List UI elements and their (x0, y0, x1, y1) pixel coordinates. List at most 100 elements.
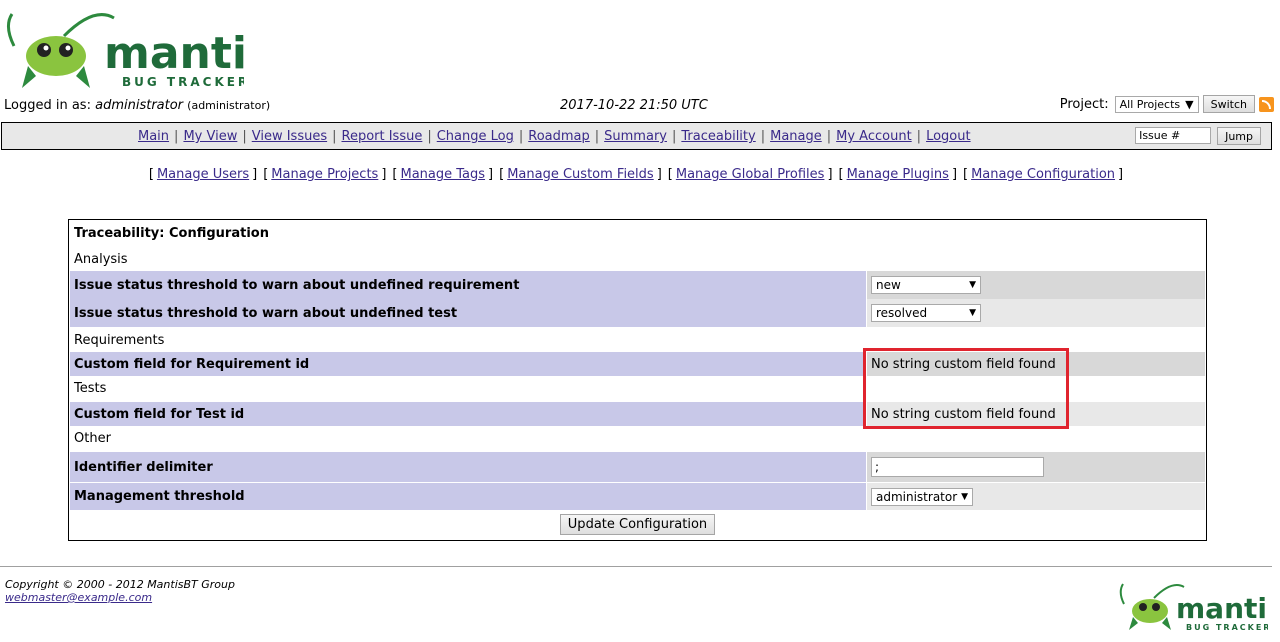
submenu-manage-configuration[interactable]: Manage Configuration (971, 167, 1115, 182)
login-info-bar: Logged in as: administrator (administrat… (4, 95, 1274, 116)
bracket: [ (667, 167, 673, 182)
bracket: ] (252, 167, 258, 182)
webmaster-email-link[interactable]: webmaster@example.com (5, 591, 152, 604)
req-threshold-label: Issue status threshold to warn about und… (70, 271, 866, 299)
bracket: [ (838, 167, 844, 182)
menu-separator: | (427, 129, 432, 144)
main-menu-links: Main | My View | View Issues | Report Issue | Ch… (138, 129, 971, 144)
config-row-delimiter: Identifier delimiter (70, 452, 1205, 482)
chevron-down-icon: ▼ (969, 280, 976, 290)
logo-subtitle: BUG TRACKER (122, 75, 244, 89)
test-threshold-label: Issue status threshold to warn about und… (70, 299, 866, 327)
mantis-logo[interactable]: mantis BUG TRACKER (4, 6, 273, 90)
mgmt-threshold-value: administrator (876, 489, 958, 504)
footer-logo-subtitle: BUG TRACKER (1186, 623, 1268, 632)
menu-separator: | (826, 129, 832, 144)
submenu-manage-plugins[interactable]: Manage Plugins (847, 167, 949, 182)
update-row: Update Configuration (69, 514, 1206, 535)
menu-separator: | (760, 129, 766, 144)
bracket: ] (488, 167, 494, 182)
bracket: ] (381, 167, 387, 182)
username: administrator (95, 98, 184, 113)
footer-mantis-logo[interactable]: mantis BUG TRACKER (1118, 580, 1280, 632)
bracket: [ (963, 167, 969, 182)
logo-word: mantis (104, 28, 244, 79)
menu-my-account[interactable]: My Account (836, 129, 912, 144)
req-threshold-cell: new ▼ (867, 271, 1205, 299)
menu-separator: | (332, 129, 337, 144)
section-other: Other (74, 431, 111, 446)
issue-jump: Jump (1135, 127, 1261, 145)
bracket: ] (951, 167, 958, 182)
test-threshold-select[interactable]: resolved ▼ (871, 304, 981, 322)
rss-icon[interactable] (1259, 96, 1274, 112)
update-configuration-button[interactable]: Update Configuration (559, 514, 716, 535)
chevron-down-icon: ▼ (1185, 97, 1194, 111)
mantis-bug-icon (1119, 583, 1185, 630)
highlight-box (863, 348, 1069, 429)
footer-logo-word: mantis (1176, 592, 1268, 625)
bracket: [ (263, 167, 269, 182)
section-analysis: Analysis (74, 252, 128, 267)
copyright-text: Copyright © 2000 - 2012 MantisBT Group (5, 578, 235, 591)
menu-summary[interactable]: Summary (604, 129, 667, 144)
menu-logout[interactable]: Logout (926, 129, 971, 144)
delimiter-input[interactable] (871, 457, 1044, 477)
issue-number-input[interactable] (1135, 127, 1212, 144)
bracket: ] (1118, 167, 1124, 182)
project-select[interactable]: All Projects ▼ (1114, 95, 1199, 113)
menu-roadmap[interactable]: Roadmap (528, 129, 590, 144)
test-threshold-cell: resolved ▼ (867, 299, 1205, 327)
bracket: [ (148, 167, 154, 182)
submenu-manage-tags[interactable]: Manage Tags (400, 167, 485, 182)
menu-separator: | (594, 129, 600, 144)
menu-manage[interactable]: Manage (770, 129, 822, 144)
bracket: ] (656, 167, 662, 182)
menu-main[interactable]: Main (138, 129, 169, 144)
footer-divider (0, 566, 1272, 567)
menu-my-view[interactable]: My View (183, 129, 237, 144)
config-row-mgmt-threshold: Management threshold administrator ▼ (70, 483, 1205, 510)
project-label: Project: (1059, 96, 1109, 112)
menu-report-issue[interactable]: Report Issue (342, 129, 423, 144)
test-threshold-value: resolved (876, 306, 928, 320)
project-select-value: All Projects (1119, 97, 1181, 111)
form-title: Traceability: Configuration (74, 226, 269, 241)
menu-change-log[interactable]: Change Log (437, 129, 514, 144)
user-role: (administrator) (187, 99, 271, 112)
mgmt-threshold-label: Management threshold (70, 483, 866, 510)
manage-sub-menu: [Manage Users][Manage Projects][Manage T… (0, 167, 1272, 182)
req-field-label: Custom field for Requirement id (70, 352, 866, 376)
req-threshold-value: new (876, 278, 901, 292)
logged-in-info: Logged in as: administrator (administrat… (4, 98, 270, 113)
switch-button[interactable]: Switch (1202, 95, 1255, 113)
submenu-manage-global-profiles[interactable]: Manage Global Profiles (676, 167, 825, 182)
delimiter-cell (867, 452, 1205, 482)
config-row-req-threshold: Issue status threshold to warn about und… (70, 271, 1205, 299)
test-field-label: Custom field for Test id (70, 402, 866, 426)
jump-button[interactable]: Jump (1217, 127, 1261, 145)
menu-separator: | (242, 129, 247, 144)
req-threshold-select[interactable]: new ▼ (871, 276, 981, 294)
submenu-manage-users[interactable]: Manage Users (157, 167, 249, 182)
menu-separator: | (671, 129, 677, 144)
mgmt-threshold-select[interactable]: administrator ▼ (871, 487, 973, 506)
project-switcher: Project: All Projects ▼ Switch (1060, 95, 1274, 113)
submenu-manage-custom-fields[interactable]: Manage Custom Fields (507, 167, 654, 182)
logged-in-label: Logged in as: (4, 98, 91, 113)
current-datetime: 2017-10-22 21:50 UTC (560, 98, 708, 113)
footer-info: Copyright © 2000 - 2012 MantisBT Group w… (5, 578, 235, 604)
bracket: [ (499, 167, 505, 182)
menu-separator: | (518, 129, 524, 144)
main-menu: Main | My View | View Issues | Report Issue | Ch… (1, 122, 1272, 150)
bracket: ] (827, 167, 833, 182)
bracket: [ (392, 167, 398, 182)
menu-view-issues[interactable]: View Issues (252, 129, 327, 144)
chevron-down-icon: ▼ (969, 308, 976, 318)
menu-separator: | (174, 129, 179, 144)
mgmt-threshold-cell: administrator ▼ (867, 483, 1205, 510)
menu-separator: | (916, 129, 922, 144)
menu-traceability[interactable]: Traceability (681, 129, 755, 144)
chevron-down-icon: ▼ (961, 491, 968, 502)
submenu-manage-projects[interactable]: Manage Projects (271, 167, 378, 182)
